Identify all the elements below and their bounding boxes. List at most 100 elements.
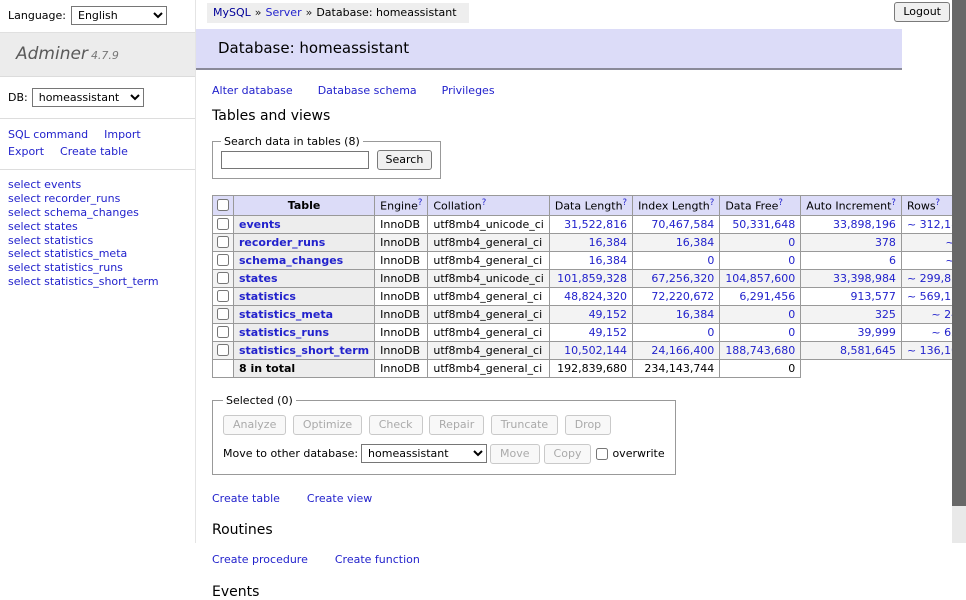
overwrite-checkbox[interactable] bbox=[596, 448, 608, 460]
help-link[interactable]: ? bbox=[623, 198, 628, 208]
db-selector-row: DB:homeassistant bbox=[0, 77, 195, 119]
sidebar-item-select-schema-changes[interactable]: select schema_changes bbox=[8, 207, 187, 220]
auto-increment-value[interactable]: 325 bbox=[875, 308, 896, 321]
vertical-scrollbar[interactable] bbox=[952, 0, 966, 543]
move-db-select[interactable]: homeassistant bbox=[361, 444, 487, 463]
data-length-value[interactable]: 49,152 bbox=[589, 326, 628, 339]
data-free-value[interactable]: 0 bbox=[788, 326, 795, 339]
sidebar-item-select-statistics[interactable]: select statistics bbox=[8, 235, 187, 248]
index-length-value[interactable]: 16,384 bbox=[676, 308, 715, 321]
sidebar-item-select-statistics-runs[interactable]: select statistics_runs bbox=[8, 262, 187, 275]
help-link[interactable]: ? bbox=[482, 198, 487, 208]
data-length-value[interactable]: 10,502,144 bbox=[564, 344, 627, 357]
engine-cell: InnoDB bbox=[375, 305, 428, 323]
index-length-value[interactable]: 24,166,400 bbox=[651, 344, 714, 357]
data-length-value[interactable]: 16,384 bbox=[589, 236, 628, 249]
auto-increment-value[interactable]: 39,999 bbox=[857, 326, 896, 339]
auto-increment-value[interactable]: 33,898,196 bbox=[833, 218, 896, 231]
table-name-link[interactable]: statistics bbox=[239, 290, 296, 303]
sidebar-item-select-events[interactable]: select events bbox=[8, 179, 187, 192]
app-name: Adminer bbox=[16, 44, 88, 64]
select-all-checkbox[interactable] bbox=[217, 199, 229, 211]
sidebar-item-select-statistics-short-term[interactable]: select statistics_short_term bbox=[8, 276, 187, 289]
breadcrumb-server-link[interactable]: Server bbox=[266, 6, 302, 19]
help-link[interactable]: ? bbox=[778, 198, 783, 208]
data-length-value[interactable]: 101,859,328 bbox=[557, 272, 627, 285]
index-length-value[interactable]: 67,256,320 bbox=[651, 272, 714, 285]
table-name-link[interactable]: states bbox=[239, 272, 278, 285]
sidebar-item-select-recorder-runs[interactable]: select recorder_runs bbox=[8, 193, 187, 206]
sidebar-item-select-statistics-meta[interactable]: select statistics_meta bbox=[8, 248, 187, 261]
row-checkbox[interactable] bbox=[217, 326, 229, 338]
search-button[interactable]: Search bbox=[377, 150, 433, 170]
breadcrumb-mysql-link[interactable]: MySQL bbox=[213, 6, 251, 19]
auto-increment-value[interactable]: 378 bbox=[875, 236, 896, 249]
table-name-link[interactable]: schema_changes bbox=[239, 254, 343, 267]
language-select[interactable]: English bbox=[71, 6, 167, 25]
help-link[interactable]: ? bbox=[418, 198, 423, 208]
search-input[interactable] bbox=[221, 151, 369, 169]
row-checkbox[interactable] bbox=[217, 236, 229, 248]
data-length-value[interactable]: 48,824,320 bbox=[564, 290, 627, 303]
data-free-value[interactable]: 6,291,456 bbox=[739, 290, 795, 303]
repair-button[interactable]: Repair bbox=[429, 415, 484, 435]
row-checkbox[interactable] bbox=[217, 344, 229, 356]
copy-button[interactable]: Copy bbox=[544, 444, 592, 464]
row-checkbox[interactable] bbox=[217, 272, 229, 284]
help-link[interactable]: ? bbox=[710, 198, 715, 208]
data-free-value[interactable]: 188,743,680 bbox=[725, 344, 795, 357]
table-name-link[interactable]: events bbox=[239, 218, 281, 231]
auto-increment-value[interactable]: 6 bbox=[889, 254, 896, 267]
create-table-link[interactable]: Create table bbox=[212, 492, 280, 505]
auto-increment-value[interactable]: 33,398,984 bbox=[833, 272, 896, 285]
sidebar-item-select-states[interactable]: select states bbox=[8, 221, 187, 234]
create-function-link[interactable]: Create function bbox=[335, 553, 420, 566]
data-free-value[interactable]: 0 bbox=[788, 236, 795, 249]
row-checkbox[interactable] bbox=[217, 218, 229, 230]
auto-increment-value[interactable]: 8,581,645 bbox=[840, 344, 896, 357]
index-length-value[interactable]: 70,467,584 bbox=[651, 218, 714, 231]
collation-cell: utf8mb4_general_ci bbox=[428, 233, 549, 251]
move-button[interactable]: Move bbox=[490, 444, 540, 464]
row-checkbox[interactable] bbox=[217, 308, 229, 320]
table-name-link[interactable]: statistics_meta bbox=[239, 308, 333, 321]
drop-button[interactable]: Drop bbox=[565, 415, 611, 435]
data-free-value[interactable]: 0 bbox=[788, 254, 795, 267]
optimize-button[interactable]: Optimize bbox=[293, 415, 362, 435]
table-name-link[interactable]: statistics_runs bbox=[239, 326, 329, 339]
check-button[interactable]: Check bbox=[369, 415, 423, 435]
privileges-link[interactable]: Privileges bbox=[442, 84, 495, 97]
sidebar-link-export[interactable]: Export bbox=[8, 145, 44, 158]
help-link[interactable]: ? bbox=[936, 198, 941, 208]
row-checkbox[interactable] bbox=[217, 290, 229, 302]
data-length-value[interactable]: 31,522,816 bbox=[564, 218, 627, 231]
create-view-link[interactable]: Create view bbox=[307, 492, 372, 505]
create-procedure-link[interactable]: Create procedure bbox=[212, 553, 308, 566]
auto-increment-value[interactable]: 913,577 bbox=[850, 290, 896, 303]
help-link[interactable]: ? bbox=[891, 198, 896, 208]
sidebar-link-sql-command[interactable]: SQL command bbox=[8, 128, 88, 141]
database-schema-link[interactable]: Database schema bbox=[318, 84, 417, 97]
sidebar-link-create-table[interactable]: Create table bbox=[60, 145, 128, 158]
data-free-value[interactable]: 104,857,600 bbox=[725, 272, 795, 285]
scrollbar-thumb[interactable] bbox=[952, 0, 966, 506]
sidebar-link-import[interactable]: Import bbox=[104, 128, 141, 141]
truncate-button[interactable]: Truncate bbox=[491, 415, 558, 435]
logout-button[interactable]: Logout bbox=[894, 2, 950, 22]
index-length-value[interactable]: 16,384 bbox=[676, 236, 715, 249]
analyze-button[interactable]: Analyze bbox=[223, 415, 286, 435]
index-length-value[interactable]: 72,220,672 bbox=[651, 290, 714, 303]
table-row-statistics-runs: statistics_runs InnoDB utf8mb4_general_c… bbox=[213, 323, 966, 341]
data-free-value[interactable]: 50,331,648 bbox=[732, 218, 795, 231]
row-checkbox[interactable] bbox=[217, 254, 229, 266]
sidebar-table-list: select events select recorder_runs selec… bbox=[0, 170, 195, 299]
data-length-value[interactable]: 16,384 bbox=[589, 254, 628, 267]
table-name-link[interactable]: recorder_runs bbox=[239, 236, 325, 249]
index-length-value[interactable]: 0 bbox=[707, 254, 714, 267]
db-select[interactable]: homeassistant bbox=[32, 88, 144, 107]
table-name-link[interactable]: statistics_short_term bbox=[239, 344, 369, 357]
data-length-value[interactable]: 49,152 bbox=[589, 308, 628, 321]
index-length-value[interactable]: 0 bbox=[707, 326, 714, 339]
data-free-value[interactable]: 0 bbox=[788, 308, 795, 321]
alter-database-link[interactable]: Alter database bbox=[212, 84, 293, 97]
